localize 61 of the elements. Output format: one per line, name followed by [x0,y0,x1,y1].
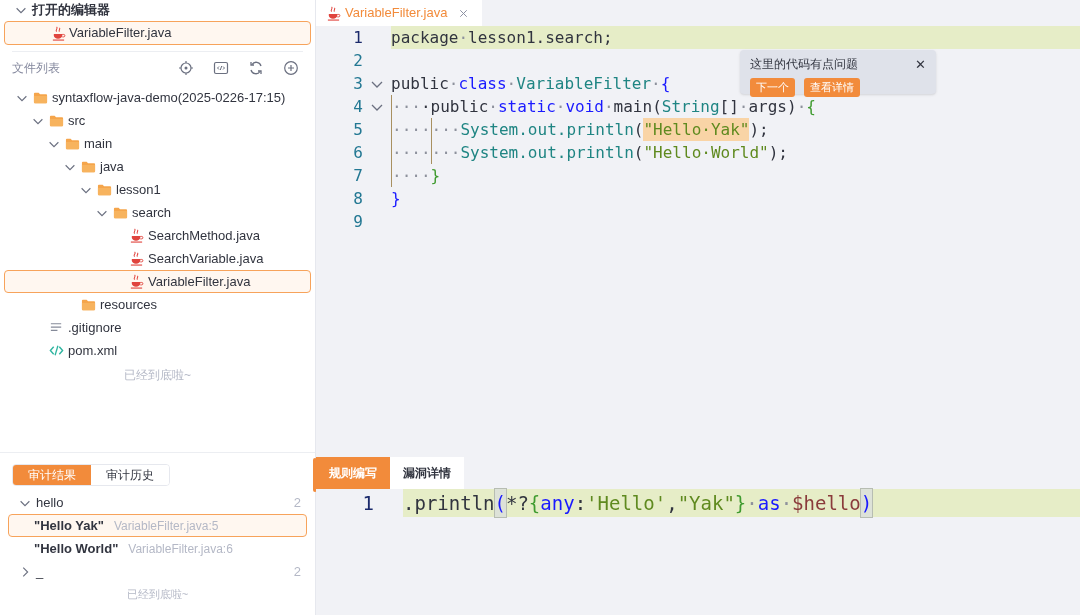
code-window-icon[interactable] [213,60,229,76]
line-number: 1 [352,26,363,49]
line-number: 3 [352,72,363,95]
result-group[interactable]: _ 2 [0,560,315,583]
code-line: .println(*?{any:'Hello',"Yak"}·as·$hello) [403,489,873,517]
folder-icon [81,159,96,174]
tree-item[interactable]: syntaxflow-java-demo(2025-0226-17:15) [4,86,311,109]
section-title: 打开的编辑器 [32,1,110,20]
tree-item[interactable]: java [4,155,311,178]
tree-item[interactable]: pom.xml [4,339,311,362]
folder-icon [33,90,48,105]
add-icon[interactable] [283,60,299,76]
tree-item[interactable]: SearchVariable.java [4,247,311,270]
code-line: ·······System.out.println("Hello·World"); [391,141,788,164]
java-cup-icon [129,251,144,266]
locate-icon[interactable] [178,60,194,76]
code-file-icon [49,343,64,358]
java-cup-icon [129,274,144,289]
tree-item[interactable]: SearchMethod.java [4,224,311,247]
refresh-icon[interactable] [248,60,264,76]
result-item[interactable]: "Hello World" VariableFilter.java:6 [8,537,307,560]
popup-message: 这里的代码有点问题 [750,56,858,73]
folder-icon [113,205,128,220]
tree-item[interactable]: VariableFilter.java [4,270,311,293]
section-title: 文件列表 [12,60,61,77]
close-button[interactable]: ✕ [915,57,926,71]
line-number: 9 [352,210,363,233]
folder-icon [97,182,112,197]
code-line: package·lesson1.search; [391,26,613,49]
line-number: 8 [352,187,363,210]
tree-item[interactable]: main [4,132,311,155]
java-cup-icon [326,5,341,21]
end-note: 已经到底啦~ [126,587,189,602]
tree-item[interactable]: lesson1 [4,178,311,201]
end-note: 已经到底啦~ [124,367,191,384]
code-line: ····public·static·void·main(String[]·args)·{ [391,95,816,118]
line-number: 5 [352,118,363,141]
code-line: public·class·VariableFilter·{ [391,72,671,95]
result-count: 2 [293,562,301,581]
line-number: 7 [352,164,363,187]
line-number: 1 [361,490,374,516]
tree-item[interactable]: resources [4,293,311,316]
folder-icon [49,113,64,128]
code-line: } [391,187,401,210]
result-group[interactable]: hello 2 [0,491,315,514]
folder-icon [65,136,80,151]
panel-tab[interactable]: 漏洞详情 [390,457,464,489]
tree-item[interactable]: search [4,201,311,224]
open-file-item[interactable]: VariableFilter.java [4,21,311,45]
result-item[interactable]: "Hello Yak" VariableFilter.java:5 [8,514,307,537]
result-count: 2 [293,493,301,512]
java-cup-icon [51,25,66,41]
code-line: ·······System.out.println("Hello·Yak"); [391,118,769,141]
java-cup-icon [129,228,144,243]
line-number: 4 [352,95,363,118]
line-number: 6 [352,141,363,164]
folder-icon [81,297,96,312]
line-number: 2 [352,49,363,72]
tree-item[interactable]: .gitignore [4,316,311,339]
tree-item[interactable]: src [4,109,311,132]
code-line: ····} [391,164,441,187]
